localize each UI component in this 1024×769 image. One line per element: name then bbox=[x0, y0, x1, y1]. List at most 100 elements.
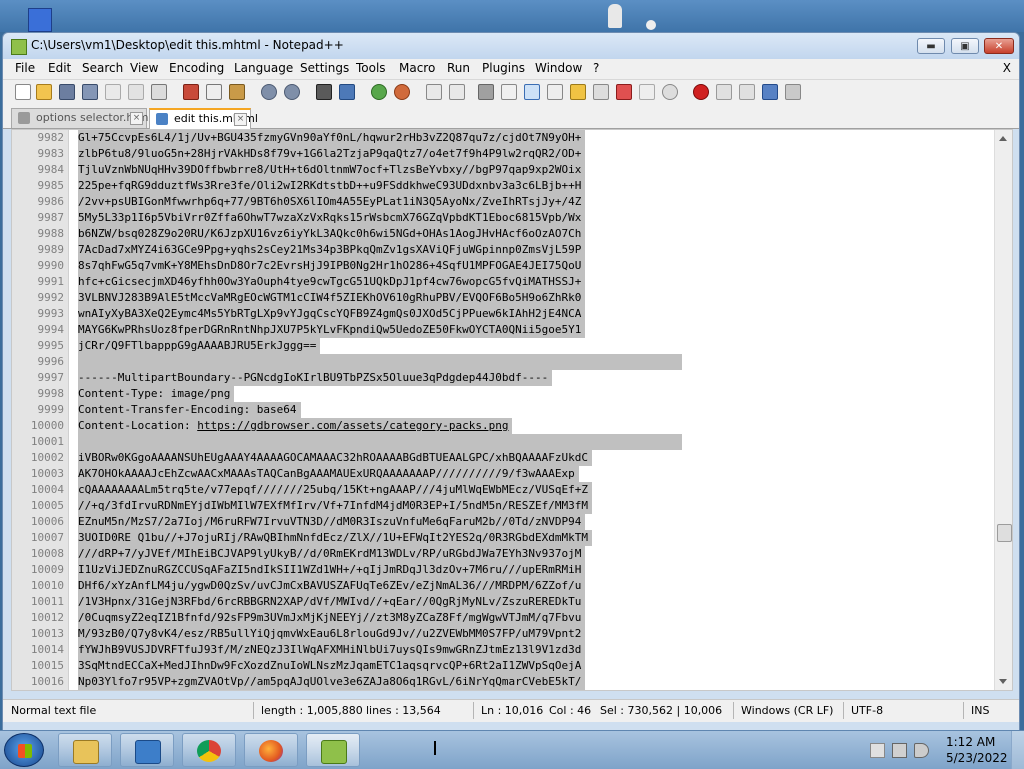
menu-window[interactable]: Window bbox=[535, 61, 582, 75]
tab-close-icon[interactable]: × bbox=[130, 112, 143, 125]
line-text[interactable]: Np03Ylfo7r95VP+zgmZVAOtVp//am5pqAJqUOlve… bbox=[78, 674, 586, 690]
taskbar-notepadpp[interactable] bbox=[306, 733, 360, 767]
code-line[interactable]: 10014 fYWJhB9VUSJDVRFTfuJ93f/M/zNEQzJ3IlW… bbox=[12, 642, 996, 658]
line-text[interactable]: Content-Location: https://gdbrowser.com/… bbox=[78, 418, 513, 434]
code-line[interactable]: 10013 M/93zB0/Q7y8vK4/esz/RB5ullYiQjqmvWx… bbox=[12, 626, 996, 642]
line-text[interactable]: AK7OHOkAAAAJcEhZcwAACxMAAAsTAQCanBgAAAMA… bbox=[78, 466, 579, 482]
line-text[interactable]: //+q/3fdIrvuRDNmEYjdIWbMIlW7EXfMfIrv/Vf+… bbox=[78, 498, 592, 514]
maximize-button[interactable]: ▣ bbox=[951, 38, 979, 54]
code-line[interactable]: 9984 TjluVznWbNUqHHv39DOffbwbrre8/UtH+t6d… bbox=[12, 162, 996, 178]
word-wrap-icon[interactable] bbox=[478, 84, 494, 100]
line-text[interactable]: ///dRP+7/yJVEf/MIhEiBCJVAP9lyUkyB//d/0Rm… bbox=[78, 546, 586, 562]
menu-file[interactable]: File bbox=[15, 61, 35, 75]
code-line[interactable]: 10011/1V3Hpnx/31GejN3RFbd/6rcRBBGRN2XAP/… bbox=[12, 594, 996, 610]
scrollbar-thumb[interactable] bbox=[997, 524, 1012, 542]
line-text[interactable]: cQAAAAAAAALm5trq5te/v77epqf///////25ubq/… bbox=[78, 482, 592, 498]
line-text[interactable]: 3UOID0RE Q1bu//+J7ojuRIj/RAwQBIhmNnfdEcz… bbox=[78, 530, 592, 546]
code-line[interactable]: 9993 wnAIyXyBA3XeQ2Eymc4Ms5YbRTgLXp9vYJgq… bbox=[12, 306, 996, 322]
code-line[interactable]: 10016 Np03Ylfo7r95VP+zgmZVAOtVp//am5pqAJq… bbox=[12, 674, 996, 690]
line-text[interactable]: /2vv+psUBIGonMfwwrhp6q+77/9BT6h0SX6lIOm4… bbox=[78, 194, 586, 210]
menu-view[interactable]: View bbox=[130, 61, 158, 75]
code-line[interactable]: 9994 MAYG6KwPRhsUoz8fperDGRnRntNhpJXU7P5k… bbox=[12, 322, 996, 338]
clock-time[interactable]: 1:12 AM bbox=[946, 735, 995, 749]
code-area[interactable]: 9982 Gl+75CcvpEs6L4/1j/Uv+BGU435fzmyGVn90… bbox=[12, 130, 996, 690]
code-line[interactable]: 9996 bbox=[12, 354, 996, 370]
preview-icon[interactable] bbox=[662, 84, 678, 100]
start-button[interactable] bbox=[4, 733, 44, 767]
close-all-icon[interactable] bbox=[128, 84, 144, 100]
line-text[interactable]: Content-Transfer-Encoding: base64 bbox=[78, 402, 301, 418]
new-file-icon[interactable] bbox=[15, 84, 31, 100]
line-text[interactable]: M/93zB0/Q7y8vK4/esz/RB5ullYiQjqmvWxEau6L… bbox=[78, 626, 586, 642]
title-bar[interactable]: C:\Users\vm1\Desktop\edit this.mhtml - N… bbox=[3, 33, 1019, 59]
copy-icon[interactable] bbox=[206, 84, 222, 100]
record-macro-icon[interactable] bbox=[693, 84, 709, 100]
zoom-out-icon[interactable] bbox=[394, 84, 410, 100]
line-text[interactable]: 3VLBNVJ283B9AlE5tMccVaMRgEOcWGTM1cCIW4f5… bbox=[78, 290, 586, 306]
line-text[interactable]: iVBORw0KGgoAAAANSUhEUgAAAY4AAAAGOCAMAAAC… bbox=[78, 450, 592, 466]
network-icon[interactable] bbox=[892, 743, 907, 758]
print-icon[interactable] bbox=[151, 84, 167, 100]
show-desktop-button[interactable] bbox=[1011, 731, 1024, 769]
code-line[interactable]: 10007 3UOID0RE Q1bu//+J7ojuRIj/RAwQBIhmNn… bbox=[12, 530, 996, 546]
code-line[interactable]: 9990 8s7qhFwG5q7vmK+Y8MEhsDnD8Or7c2EvrsHj… bbox=[12, 258, 996, 274]
code-line[interactable]: 9995 jCRr/Q9FTlbapppG9gAAAABJRU5ErkJggg== bbox=[12, 338, 996, 354]
menu-language[interactable]: Language bbox=[234, 61, 293, 75]
menu-encoding[interactable]: Encoding bbox=[169, 61, 224, 75]
show-all-chars-icon[interactable] bbox=[501, 84, 517, 100]
scroll-down-icon[interactable] bbox=[999, 679, 1007, 684]
line-text[interactable]: /1V3Hpnx/31GejN3RFbd/6rcRBBGRN2XAP/dVf/M… bbox=[78, 594, 586, 610]
line-text[interactable]: wnAIyXyBA3XeQ2Eymc4Ms5YbRTgLXp9vYJgqCscY… bbox=[78, 306, 586, 322]
line-text[interactable]: I1UzViJEDZnuRGZCCUSqAFaZI5ndIkSII1WZd1WH… bbox=[78, 562, 586, 578]
play-macro-icon[interactable] bbox=[739, 84, 755, 100]
line-text[interactable]: Gl+75CcvpEs6L4/1j/Uv+BGU435fzmyGVn90aYf0… bbox=[78, 130, 586, 146]
tab-edit-this[interactable]: edit this.mhtml × bbox=[149, 108, 258, 129]
line-text[interactable]: 3SqMtndECCaX+MedJIhnDw9FcXozdZnuIoWLNszM… bbox=[78, 658, 586, 674]
menu-macro[interactable]: Macro bbox=[399, 61, 435, 75]
code-line[interactable]: 10003 AK7OHOkAAAAJcEhZcwAACxMAAAsTAQCanBg… bbox=[12, 466, 996, 482]
vertical-scrollbar[interactable] bbox=[994, 130, 1012, 690]
line-text[interactable] bbox=[78, 434, 682, 450]
code-line[interactable]: 9987 5My5L33p1I6p5VbiVrr0Zffa6OhwT7wzaXzV… bbox=[12, 210, 996, 226]
status-insert-mode[interactable]: INS bbox=[971, 704, 989, 717]
code-line[interactable]: 10006 EZnuM5n/MzS7/2a7Ioj/M6ruRFW7IrvuVTN… bbox=[12, 514, 996, 530]
line-text[interactable]: Content-Type: image/png bbox=[78, 386, 235, 402]
open-file-icon[interactable] bbox=[36, 84, 52, 100]
line-text[interactable]: 7AcDad7xMYZ4i63GCe9Ppg+yqhs2sCey21Ms34p3… bbox=[78, 242, 586, 258]
desktop-item-icon[interactable] bbox=[646, 20, 656, 30]
taskbar-file-explorer[interactable] bbox=[58, 733, 112, 767]
code-line[interactable]: 10005 //+q/3fdIrvuRDNmEYjdIWbMIlW7EXfMfIr… bbox=[12, 498, 996, 514]
code-line[interactable]: 10009 I1UzViJEDZnuRGZCCUSqAFaZI5ndIkSII1W… bbox=[12, 562, 996, 578]
code-line[interactable]: 9988 b6NZW/bsq028Z9o20RU/K6JzpXU16vz6iyYk… bbox=[12, 226, 996, 242]
code-line[interactable]: 9992 3VLBNVJ283B9AlE5tMccVaMRgEOcWGTM1cCI… bbox=[12, 290, 996, 306]
sync-horizontal-icon[interactable] bbox=[449, 84, 465, 100]
code-line[interactable]: 9983 zlbP6tu8/9luoG5n+28HjrVAkHDs8f79v+1G… bbox=[12, 146, 996, 162]
tab-options-selector[interactable]: options selector.html × bbox=[11, 108, 152, 128]
code-line[interactable]: 9989 7AcDad7xMYZ4i63GCe9Ppg+yqhs2sCey21Ms… bbox=[12, 242, 996, 258]
line-text[interactable]: 8s7qhFwG5q7vmK+Y8MEhsDnD8Or7c2EvrsHjJ9IP… bbox=[78, 258, 586, 274]
close-document-button[interactable]: X bbox=[1003, 61, 1011, 75]
menu-run[interactable]: Run bbox=[447, 61, 470, 75]
menu-edit[interactable]: Edit bbox=[48, 61, 71, 75]
run-macro-multiple-icon[interactable] bbox=[762, 84, 778, 100]
close-file-icon[interactable] bbox=[105, 84, 121, 100]
menu-search[interactable]: Search bbox=[82, 61, 123, 75]
status-encoding[interactable]: UTF-8 bbox=[851, 704, 883, 717]
taskbar-media-player[interactable] bbox=[120, 733, 174, 767]
undo-icon[interactable] bbox=[261, 84, 277, 100]
code-line[interactable]: 9998 Content-Type: image/png bbox=[12, 386, 996, 402]
code-line[interactable]: 9991 hfc+cGicsecjmXD46yfhh0Ow3YaOuph4tye9… bbox=[12, 274, 996, 290]
taskbar-firefox[interactable] bbox=[244, 733, 298, 767]
monitoring-icon[interactable] bbox=[616, 84, 632, 100]
menu-plugins[interactable]: Plugins bbox=[482, 61, 525, 75]
line-text[interactable]: TjluVznWbNUqHHv39DOffbwbrre8/UtH+t6dOltn… bbox=[78, 162, 586, 178]
redo-icon[interactable] bbox=[284, 84, 300, 100]
code-line[interactable]: 9997 ------MultipartBoundary--PGNcdgIoKIr… bbox=[12, 370, 996, 386]
status-eol[interactable]: Windows (CR LF) bbox=[741, 704, 833, 717]
menu-settings[interactable]: Settings bbox=[300, 61, 349, 75]
save-all-icon[interactable] bbox=[82, 84, 98, 100]
taskbar-chrome[interactable] bbox=[182, 733, 236, 767]
code-line[interactable]: 10012/0CuqmsyZ2eqIZ1Bfnfd/92sFP9m3UVmJxM… bbox=[12, 610, 996, 626]
save-icon[interactable] bbox=[59, 84, 75, 100]
url-link[interactable]: https://gdbrowser.com/assets/category-pa… bbox=[197, 419, 508, 432]
